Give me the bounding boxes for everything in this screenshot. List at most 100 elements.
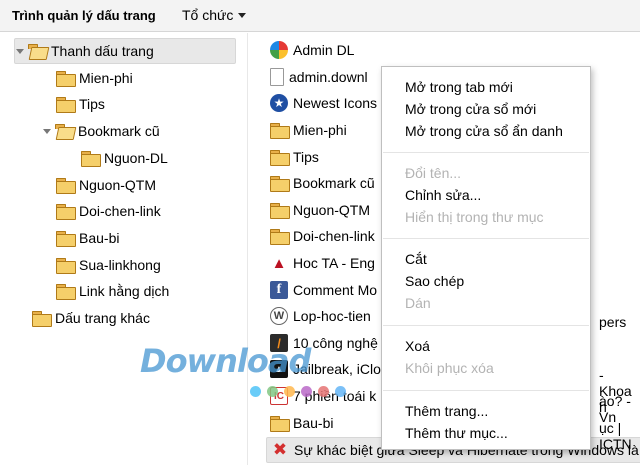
list-item[interactable]: Admin DL xyxy=(270,37,354,63)
wordpress-icon: W xyxy=(270,307,288,325)
folder-icon xyxy=(270,203,290,219)
orange-logo-icon: / xyxy=(270,334,288,352)
list-item-label: Lop-hoc-tien xyxy=(293,308,371,324)
document-icon xyxy=(270,68,284,86)
list-item-suffix: pers xyxy=(599,314,627,330)
triangle-down-icon xyxy=(16,48,24,54)
menu-item-rename: Đổi tên... xyxy=(405,165,462,181)
app-title: Trình quản lý dấu trang xyxy=(12,8,156,23)
tree-item-thanh-dau-trang[interactable]: Thanh dấu trang xyxy=(14,38,236,64)
tree-item-label: Link hằng dịch xyxy=(79,283,170,299)
ict-logo-icon: IC xyxy=(270,387,288,405)
tree-item-label: Bookmark cũ xyxy=(78,123,160,139)
list-item-label: 10 công nghệ xyxy=(293,335,378,351)
list-item-label: admin.downl xyxy=(289,69,368,85)
tree-item-nguon-dl[interactable]: Nguon-DL xyxy=(81,145,168,171)
facebook-icon: f xyxy=(270,281,288,299)
tree-item-bau-bi[interactable]: Bau-bi xyxy=(56,225,119,251)
expand-toggle[interactable] xyxy=(42,126,52,136)
list-item-label: Bookmark cũ xyxy=(293,175,375,191)
menu-item-open-new-tab[interactable]: Mở trong tab mới xyxy=(405,79,513,95)
list-item-label: Nguon-QTM xyxy=(293,202,371,218)
black-logo-icon: ▲ xyxy=(270,360,288,378)
list-item[interactable]: ▲ Hoc TA - Eng xyxy=(270,250,375,276)
list-item[interactable]: ★ Newest Icons xyxy=(270,90,377,116)
list-item-suffix: ục | ICTN xyxy=(599,420,632,452)
menu-separator xyxy=(383,238,589,239)
tree-item-link-hang-dich[interactable]: Link hằng dịch xyxy=(56,278,169,304)
tree-item-nguon-qtm[interactable]: Nguon-QTM xyxy=(56,172,156,198)
tree-item-dau-trang-khac[interactable]: Dấu trang khác xyxy=(32,305,150,331)
folder-icon xyxy=(270,123,290,139)
list-item[interactable]: Bookmark cũ xyxy=(270,170,375,196)
menu-item-edit[interactable]: Chỉnh sửa... xyxy=(405,187,481,203)
organize-menu-label: Tổ chức xyxy=(182,7,234,23)
folder-icon xyxy=(270,416,290,432)
red-x-icon: ✖ xyxy=(272,440,288,459)
list-item-label: Newest Icons xyxy=(293,95,378,111)
menu-separator xyxy=(383,152,589,153)
menu-item-add-folder[interactable]: Thêm thư mục... xyxy=(405,425,508,441)
menu-item-add-page[interactable]: Thêm trang... xyxy=(405,403,488,419)
list-item[interactable]: Mien-phi xyxy=(270,117,347,143)
tree-item-label: Tips xyxy=(79,96,105,112)
list-item-label: 7 phiền toái k xyxy=(293,388,377,404)
tree-item-label: Nguon-DL xyxy=(104,150,168,166)
menu-separator xyxy=(383,325,589,326)
folder-icon xyxy=(56,258,76,274)
menu-item-undo-delete: Khôi phục xóa xyxy=(405,360,494,376)
tree-item-label: Doi-chen-link xyxy=(79,203,161,219)
tree-item-sua-linkhong[interactable]: Sua-linkhong xyxy=(56,252,161,278)
folder-icon xyxy=(56,178,76,194)
folder-icon xyxy=(56,231,76,247)
folder-icon xyxy=(56,71,76,87)
hat-icon: ▲ xyxy=(271,254,287,272)
tree-item-label: Mien-phi xyxy=(79,70,133,86)
colorful-globe-icon xyxy=(270,41,288,59)
folder-icon xyxy=(270,229,290,245)
menu-separator xyxy=(383,390,589,391)
list-item[interactable]: / 10 công nghệ xyxy=(270,330,378,356)
watermark-dot xyxy=(250,386,261,397)
list-item-label: Hoc TA - Eng xyxy=(293,255,375,271)
menu-item-open-incognito[interactable]: Mở trong cửa sổ ẩn danh xyxy=(405,123,563,139)
folder-tree: Thanh dấu trang Mien-phi Tips Bookmark c… xyxy=(0,33,248,465)
menu-item-paste: Dán xyxy=(405,295,431,311)
menu-item-copy[interactable]: Sao chép xyxy=(405,273,464,289)
list-item-label: Comment Mo xyxy=(293,282,378,298)
tree-item-doi-chen-link[interactable]: Doi-chen-link xyxy=(56,198,161,224)
tree-item-tips[interactable]: Tips xyxy=(56,91,105,117)
list-item-label: Mien-phi xyxy=(293,122,347,138)
list-item[interactable]: Bau-bi xyxy=(270,410,333,436)
list-item[interactable]: admin.downl xyxy=(270,64,368,90)
tree-item-label: Thanh dấu trang xyxy=(51,43,154,59)
list-item-label: Admin DL xyxy=(293,42,355,58)
tree-item-bookmark-cu[interactable]: Bookmark cũ xyxy=(42,118,160,144)
context-menu: Mở trong tab mới Mở trong cửa sổ mới Mở … xyxy=(381,66,591,450)
list-item[interactable]: Nguon-QTM xyxy=(270,197,370,223)
menu-item-delete[interactable]: Xoá xyxy=(405,338,430,354)
menu-item-show-in-folder: Hiển thị trong thư mục xyxy=(405,209,544,225)
star-icon: ★ xyxy=(270,94,288,112)
folder-open-icon xyxy=(28,44,46,58)
list-item[interactable]: Doi-chen-link xyxy=(270,223,375,249)
list-item-label: Bau-bi xyxy=(293,415,334,431)
folder-icon xyxy=(56,97,76,113)
list-item[interactable]: f Comment Mo xyxy=(270,277,377,303)
menu-item-cut[interactable]: Cắt xyxy=(405,251,427,267)
tree-item-mien-phi[interactable]: Mien-phi xyxy=(56,65,133,91)
menu-item-open-new-window[interactable]: Mở trong cửa sổ mới xyxy=(405,101,536,117)
folder-icon xyxy=(56,204,76,220)
list-item[interactable]: Tips xyxy=(270,144,319,170)
toolbar: Trình quản lý dấu trang Tổ chức xyxy=(0,0,640,32)
organize-menu-button[interactable]: Tổ chức xyxy=(182,7,247,23)
list-item-label: Tips xyxy=(293,149,319,165)
folder-icon xyxy=(270,150,290,166)
triangle-down-icon xyxy=(43,128,51,134)
expand-toggle[interactable] xyxy=(15,46,25,56)
list-item[interactable]: W Lop-hoc-tien xyxy=(270,303,371,329)
folder-icon xyxy=(81,151,101,167)
tree-item-label: Dấu trang khác xyxy=(55,310,150,326)
list-item[interactable]: IC 7 phiền toái k xyxy=(270,383,376,409)
tree-item-label: Bau-bi xyxy=(79,230,120,246)
